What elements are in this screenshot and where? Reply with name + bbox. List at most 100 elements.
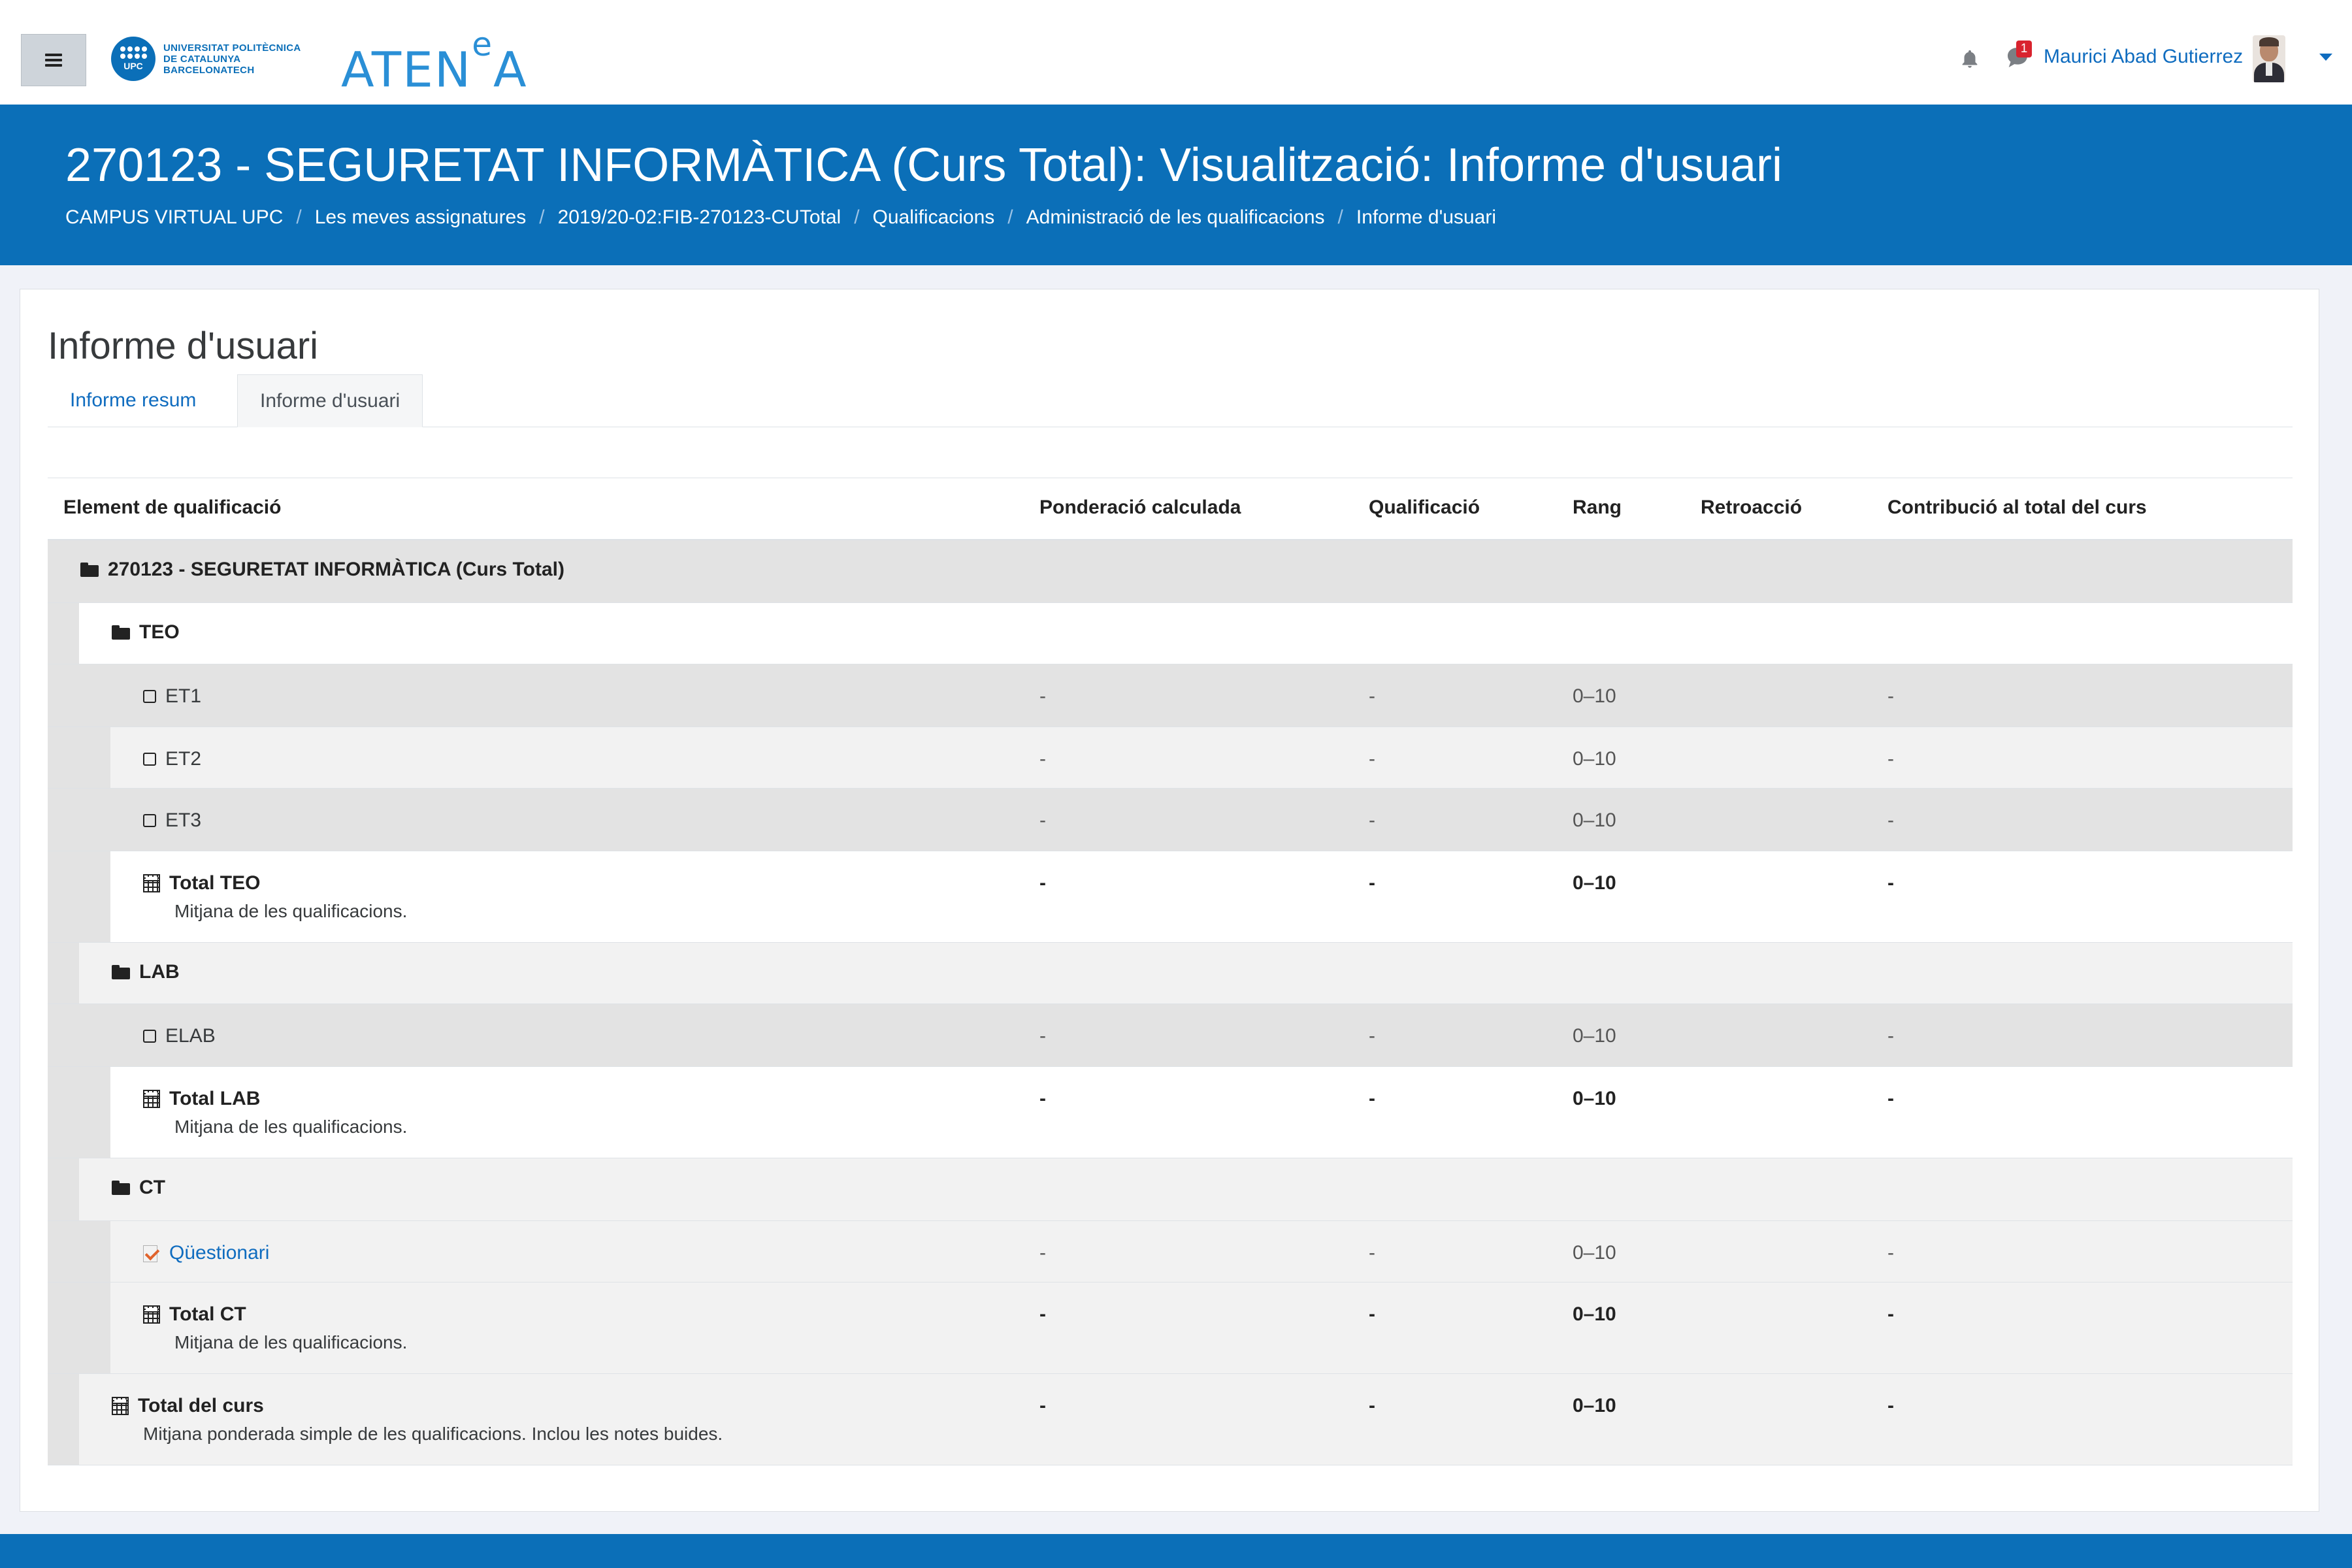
grade-item-name-cell: ELAB <box>143 1025 216 1047</box>
contribution-cell: - <box>1887 748 1894 770</box>
folder-icon <box>112 1181 130 1195</box>
checkbox-icon <box>143 753 156 766</box>
weight-cell: - <box>1039 1395 1046 1416</box>
contribution-cell: - <box>1887 1395 1894 1416</box>
top-navbar: UPC UNIVERSITAT POLITÈCNICA DE CATALUNYA… <box>0 0 2352 105</box>
checkbox-icon <box>143 1030 156 1043</box>
tab-informe-usuari[interactable]: Informe d'usuari <box>237 374 423 427</box>
quiz-icon <box>143 1244 160 1262</box>
breadcrumb-item[interactable]: Qualificacions <box>873 206 995 229</box>
avatar[interactable] <box>2253 35 2285 82</box>
range-cell: 0–10 <box>1573 748 1616 770</box>
grade-table: Element de qualificació Ponderació calcu… <box>48 478 2293 1465</box>
range-cell: 0–10 <box>1573 1088 1616 1109</box>
grade-item-name: Total LAB <box>169 1088 261 1109</box>
contribution-cell: - <box>1887 1303 1894 1325</box>
grade-item-name: ELAB <box>165 1025 216 1047</box>
tab-informe-resum[interactable]: Informe resum <box>48 374 218 427</box>
contribution-cell: - <box>1887 872 1894 894</box>
grade-item-name-cell: ET3 <box>143 809 201 832</box>
grade-item-name-cell: ET1 <box>143 685 201 708</box>
report-title: Informe d'usuari <box>48 325 319 367</box>
menu-toggle-button[interactable] <box>21 34 86 86</box>
weight-cell: - <box>1039 748 1046 770</box>
grade-cell: - <box>1369 872 1375 894</box>
contribution-cell: - <box>1887 685 1894 707</box>
category-row: LAB <box>48 943 2293 1004</box>
grade-item-name-cell: Total del curs <box>112 1395 264 1417</box>
weight-cell: - <box>1039 1088 1046 1109</box>
weight-cell: - <box>1039 685 1046 707</box>
contribution-cell: - <box>1887 1088 1894 1109</box>
grade-item-name: ET3 <box>165 809 202 831</box>
report-tabs: Informe resum Informe d'usuari <box>48 374 2293 427</box>
total-row: Total TEO Mitjana de les qualificacions. -… <box>48 851 2293 943</box>
breadcrumb-item[interactable]: Administració de les qualificacions <box>1026 206 1325 229</box>
grade-item-name-cell: ET2 <box>143 748 201 770</box>
weight-cell: - <box>1039 1025 1046 1047</box>
grade-cell: - <box>1369 1025 1375 1047</box>
breadcrumb: CAMPUS VIRTUAL UPC / Les meves assignatu… <box>65 206 1496 229</box>
caret-down-icon[interactable] <box>2319 54 2332 61</box>
grade-item-name: TEO <box>139 621 180 643</box>
category-row: 270123 - SEGURETAT INFORMÀTICA (Curs Tot… <box>48 540 2293 603</box>
page-header: 270123 - SEGURETAT INFORMÀTICA (Curs Tot… <box>0 105 2352 265</box>
breadcrumb-item[interactable]: CAMPUS VIRTUAL UPC <box>65 206 283 229</box>
atenea-logo[interactable]: ATENeA <box>341 25 528 98</box>
grade-cell: - <box>1369 1242 1375 1264</box>
grade-item-name-cell: 270123 - SEGURETAT INFORMÀTICA (Curs Tot… <box>80 559 564 581</box>
calculator-icon <box>143 1305 160 1324</box>
grade-item-name: CT <box>139 1177 165 1198</box>
bell-icon[interactable] <box>1959 48 1981 71</box>
table-row: ET3 - - 0–10 - <box>48 789 2293 851</box>
grade-item-name: LAB <box>139 961 180 983</box>
grade-cell: - <box>1369 809 1375 831</box>
breadcrumb-current[interactable]: Informe d'usuari <box>1356 206 1496 229</box>
aggregation-description: Mitjana de les qualificacions. <box>174 901 408 921</box>
weight-cell: - <box>1039 872 1046 894</box>
column-header-feedback: Retroacció <box>1701 497 1803 518</box>
table-body: 270123 - SEGURETAT INFORMÀTICA (Curs Tot… <box>48 540 2293 1465</box>
aggregation-description: Mitjana de les qualificacions. <box>174 1117 408 1137</box>
checkbox-icon <box>143 690 156 703</box>
user-name[interactable]: Maurici Abad Gutierrez <box>2044 46 2243 68</box>
breadcrumb-separator: / <box>1337 206 1343 228</box>
range-cell: 0–10 <box>1573 685 1616 707</box>
calculator-icon <box>143 1090 160 1108</box>
range-cell: 0–10 <box>1573 1242 1616 1264</box>
grade-item-name: Total CT <box>169 1303 246 1325</box>
grade-item-link[interactable]: Qüestionari <box>169 1242 269 1264</box>
folder-icon <box>112 965 130 979</box>
grade-item-name-cell[interactable]: Qüestionari <box>143 1242 269 1264</box>
column-header-weight: Ponderació calculada <box>1039 497 1241 518</box>
messages-count-badge: 1 <box>2016 41 2032 57</box>
university-logo[interactable]: UPC UNIVERSITAT POLITÈCNICA DE CATALUNYA… <box>111 34 301 84</box>
grade-item-name: Total del curs <box>138 1395 264 1416</box>
table-row: ET2 - - 0–10 - <box>48 727 2293 789</box>
hamburger-icon <box>45 54 62 67</box>
calculator-icon <box>112 1397 129 1415</box>
calculator-icon <box>143 874 160 892</box>
grade-cell: - <box>1369 1088 1375 1109</box>
table-row: Qüestionari - - 0–10 - <box>48 1221 2293 1282</box>
breadcrumb-item[interactable]: 2019/20-02:FIB-270123-CUTotal <box>558 206 841 229</box>
range-cell: 0–10 <box>1573 1025 1616 1047</box>
column-header-contribution: Contribució al total del curs <box>1887 497 2147 518</box>
total-row: Total del curs Mitjana ponderada simple d… <box>48 1374 2293 1465</box>
column-header-grade: Qualificació <box>1369 497 1480 518</box>
grade-item-name-cell: LAB <box>112 961 180 983</box>
grade-item-name-cell: TEO <box>112 621 180 644</box>
breadcrumb-separator: / <box>296 206 302 228</box>
table-row: ET1 - - 0–10 - <box>48 664 2293 727</box>
grade-cell: - <box>1369 748 1375 770</box>
contribution-cell: - <box>1887 1025 1894 1047</box>
category-row: CT <box>48 1158 2293 1221</box>
upc-seal-icon: UPC <box>111 37 155 81</box>
breadcrumb-item[interactable]: Les meves assignatures <box>315 206 527 229</box>
total-row: Total LAB Mitjana de les qualificacions. -… <box>48 1067 2293 1158</box>
page-title: 270123 - SEGURETAT INFORMÀTICA (Curs Tot… <box>65 139 1782 191</box>
main-content-card: Informe d'usuari Informe resum Informe d… <box>20 289 2319 1512</box>
grade-item-name: ET2 <box>165 748 202 770</box>
aggregation-description: Mitjana de les qualificacions. <box>174 1332 408 1352</box>
category-row: TEO <box>48 603 2293 664</box>
